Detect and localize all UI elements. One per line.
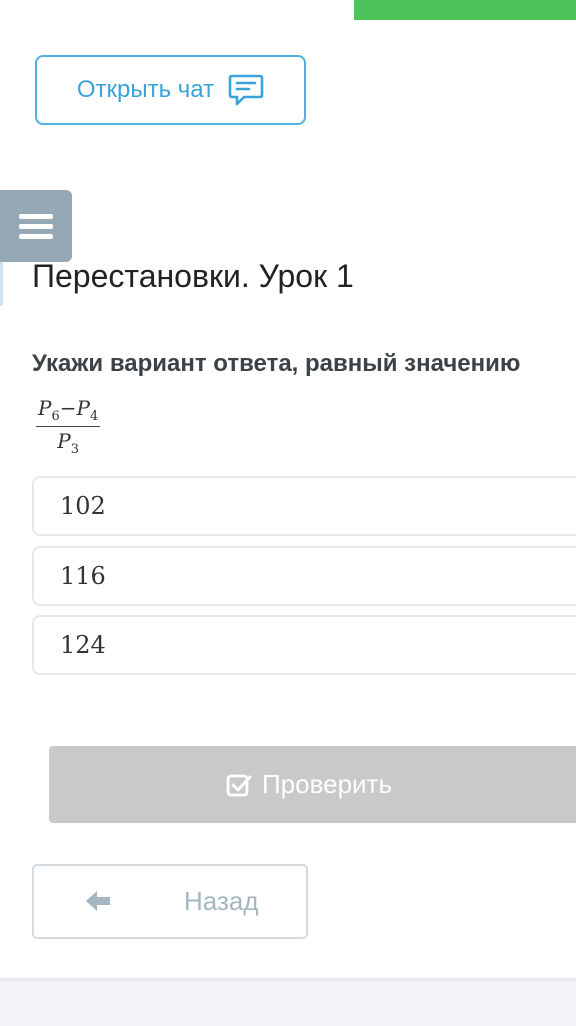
answer-option-2[interactable]: 116 bbox=[32, 546, 576, 606]
top-progress-bar bbox=[354, 0, 576, 20]
check-button-label: Проверить bbox=[261, 769, 393, 799]
sidebar-edge bbox=[0, 262, 3, 306]
menu-button[interactable] bbox=[0, 190, 72, 262]
check-square-icon bbox=[226, 774, 252, 796]
chat-icon bbox=[228, 74, 264, 106]
check-button[interactable]: Проверить bbox=[49, 746, 576, 823]
answer-option-1[interactable]: 102 bbox=[32, 476, 576, 536]
formula-numerator: P6−P4 bbox=[36, 396, 101, 427]
open-chat-button[interactable]: Открыть чат bbox=[35, 55, 306, 125]
answer-option-value: 124 bbox=[60, 631, 106, 659]
back-button[interactable]: Назад bbox=[32, 864, 308, 939]
question-formula: P6−P4 P3 bbox=[36, 396, 101, 457]
back-button-label: Назад bbox=[184, 886, 259, 916]
page-footer-band bbox=[0, 978, 576, 1026]
arrow-left-icon bbox=[86, 891, 110, 911]
open-chat-label: Открыть чат bbox=[76, 76, 215, 103]
formula-denominator: P3 bbox=[57, 429, 79, 457]
answer-option-value: 102 bbox=[60, 492, 106, 520]
answer-option-3[interactable]: 124 bbox=[32, 615, 576, 675]
lesson-title: Перестановки. Урок 1 bbox=[32, 258, 354, 294]
hamburger-menu-icon bbox=[19, 209, 53, 244]
question-text: Укажи вариант ответа, равный значению bbox=[32, 350, 521, 377]
answer-option-value: 116 bbox=[60, 562, 106, 590]
